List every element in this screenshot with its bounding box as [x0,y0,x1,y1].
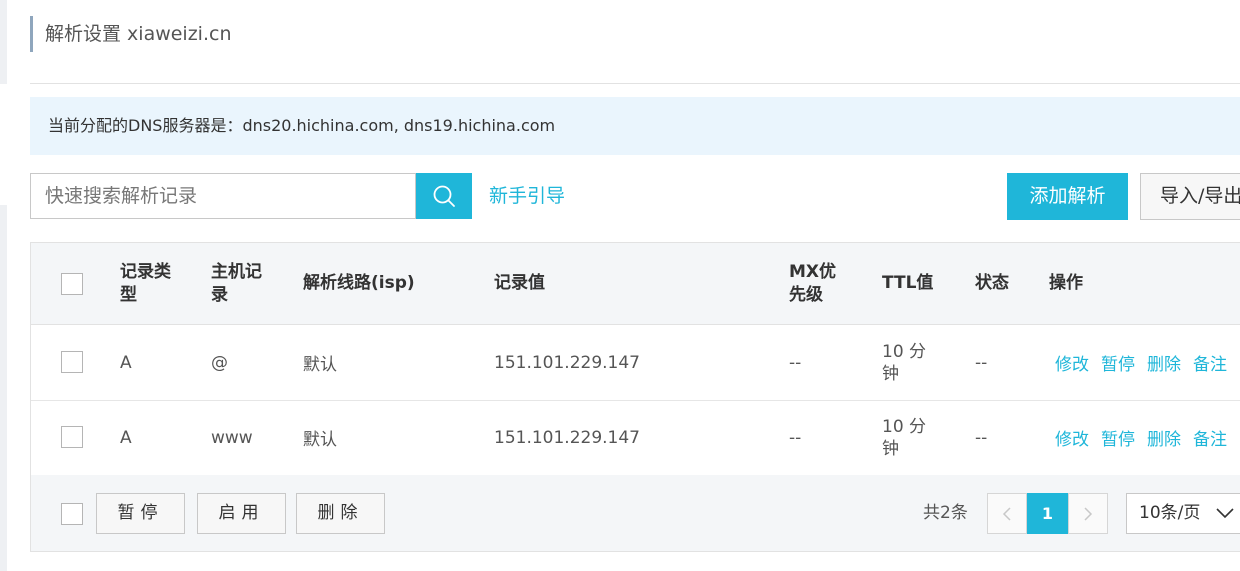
column-header-status: 状态 [975,273,1009,293]
next-page-button[interactable] [1068,493,1108,534]
bulk-pause-button[interactable]: 暂停 [96,493,185,534]
add-record-button[interactable]: 添加解析 [1007,173,1128,220]
column-header-actions: 操作 [1049,273,1083,293]
page-size-value: 10条/页 [1139,503,1201,523]
chevron-left-icon [1002,506,1011,521]
bulk-delete-button[interactable]: 删除 [296,493,385,534]
record-mx: -- [789,427,802,448]
record-ttl: 10 分钟 [882,416,927,459]
record-ttl: 10 分钟 [882,341,927,384]
column-header-ttl: TTL值 [882,273,934,293]
edit-record-link[interactable]: 修改 [1055,425,1089,450]
left-nav-edge [0,0,7,84]
left-nav-edge [0,205,7,571]
delete-record-link[interactable]: 删除 [1147,350,1181,375]
select-all-checkbox[interactable] [61,273,83,295]
chevron-down-icon [1216,508,1234,519]
footer-select-all-checkbox[interactable] [61,503,83,525]
record-line: 默认 [303,355,337,375]
record-type: A [120,427,132,448]
record-mx: -- [789,352,802,373]
records-table: 记录类型 主机记录 解析线路(isp) 记录值 MX优先级 TTL值 状态 操作… [30,242,1240,552]
page-title: 解析设置 xiaweizi.cn [30,16,232,52]
bulk-enable-button[interactable]: 启用 [197,493,286,534]
table-header: 记录类型 主机记录 解析线路(isp) 记录值 MX优先级 TTL值 状态 操作 [31,243,1240,325]
edit-record-link[interactable]: 修改 [1055,350,1089,375]
record-value: 151.101.229.147 [494,352,641,373]
chevron-right-icon [1084,506,1093,521]
table-row: A @ 默认 151.101.229.147 -- 10 分钟 -- 修改 暂停… [31,325,1240,401]
record-status: -- [975,427,988,448]
page-number-current[interactable]: 1 [1027,493,1068,534]
row-checkbox[interactable] [61,351,83,373]
search-input[interactable] [30,173,416,219]
dns-server-notice: 当前分配的DNS服务器是：dns20.hichina.com, dns19.hi… [30,97,1240,155]
page-size-select[interactable]: 10条/页 [1126,493,1240,534]
note-record-link[interactable]: 备注 [1193,350,1227,375]
column-header-line: 解析线路(isp) [303,273,415,293]
record-status: -- [975,352,988,373]
table-footer: 暂停 启用 删除 共2条 1 10条/页 [31,475,1240,551]
column-header-host: 主机记录 [211,261,262,305]
record-host: @ [211,352,228,373]
search-button[interactable] [416,173,472,219]
import-export-button[interactable]: 导入/导出 [1140,173,1240,220]
record-value: 151.101.229.147 [494,427,641,448]
pause-record-link[interactable]: 暂停 [1101,425,1135,450]
delete-record-link[interactable]: 删除 [1147,425,1181,450]
record-type: A [120,352,132,373]
prev-page-button[interactable] [987,493,1027,534]
pause-record-link[interactable]: 暂停 [1101,350,1135,375]
table-row: A www 默认 151.101.229.147 -- 10 分钟 -- 修改 … [31,400,1240,476]
column-header-mx: MX优先级 [789,261,837,305]
column-header-type: 记录类型 [120,261,171,305]
record-host: www [211,427,253,448]
title-divider [30,83,1240,84]
record-line: 默认 [303,430,337,450]
column-header-value: 记录值 [494,273,545,293]
total-count: 共2条 [923,503,968,523]
row-checkbox[interactable] [61,426,83,448]
search-icon [433,185,455,207]
beginner-guide-link[interactable]: 新手引导 [489,173,565,219]
note-record-link[interactable]: 备注 [1193,425,1227,450]
